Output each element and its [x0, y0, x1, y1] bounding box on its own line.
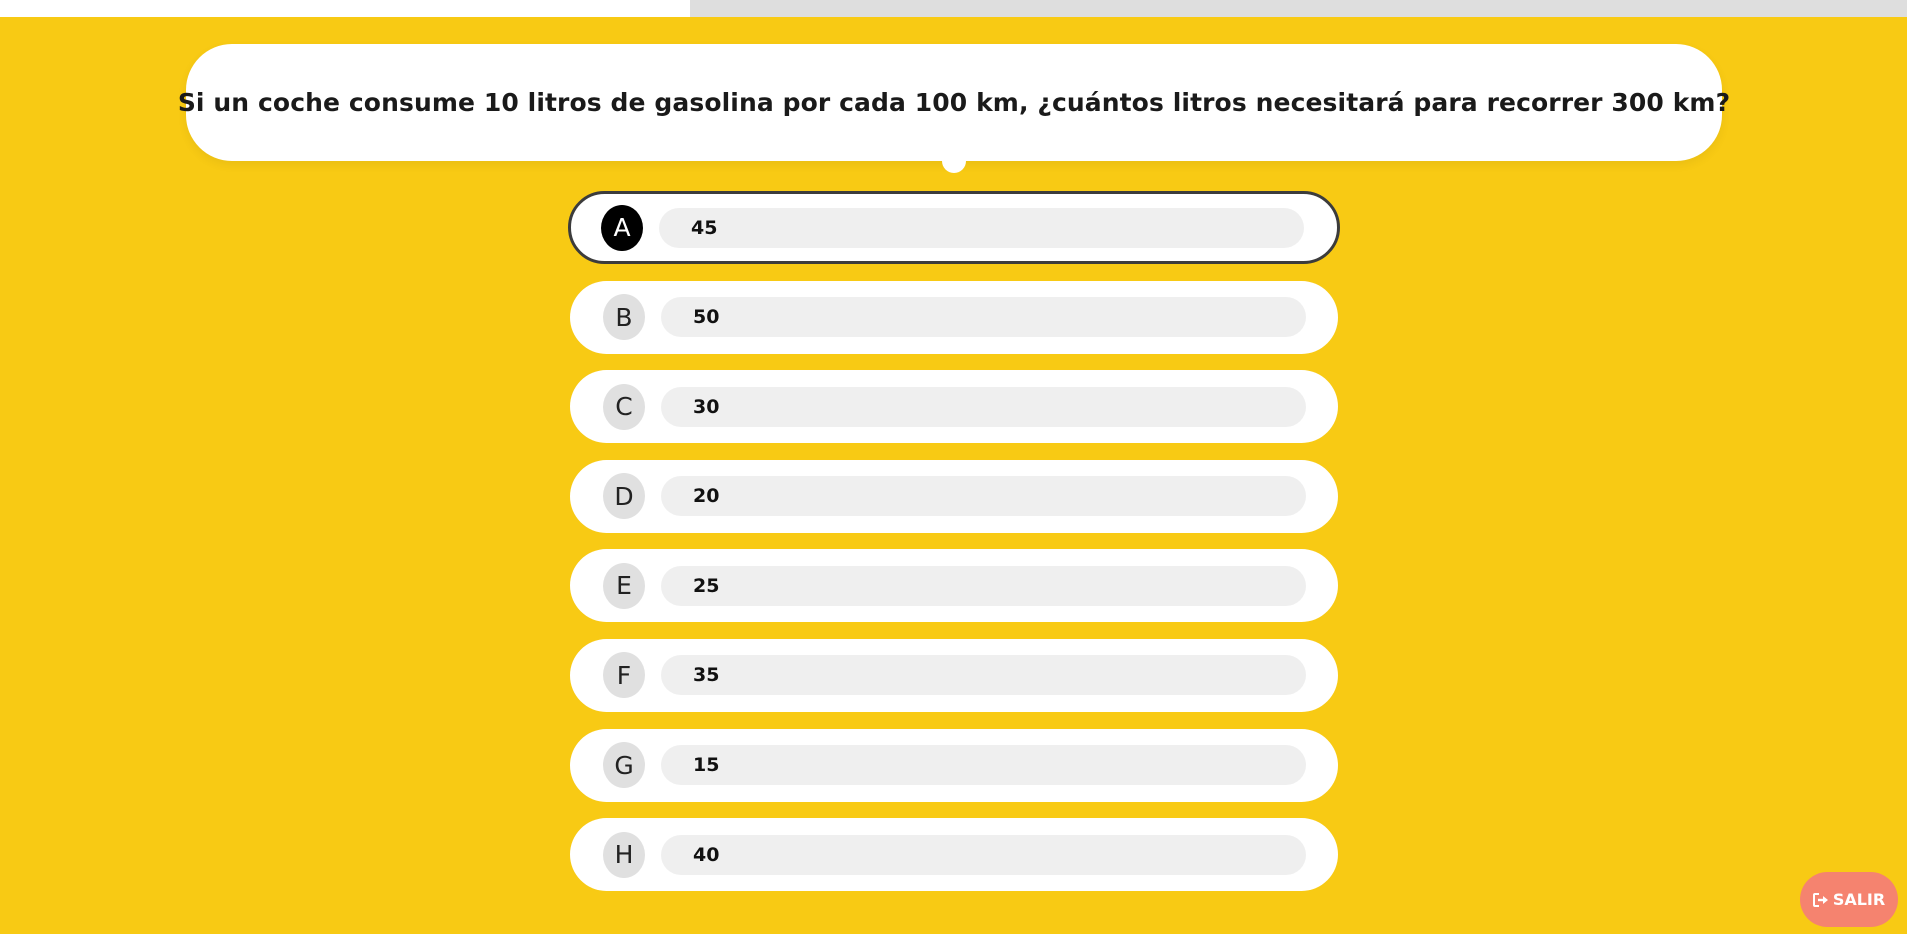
option-letter: D	[603, 473, 645, 520]
option-answer: 40	[661, 834, 1306, 875]
option-b[interactable]: B 50	[570, 280, 1338, 354]
option-letter: C	[603, 383, 645, 430]
option-letter: H	[603, 831, 645, 878]
option-letter: F	[603, 652, 645, 699]
progress-bar-fill	[0, 0, 691, 17]
option-e[interactable]: E 25	[570, 549, 1338, 623]
answer-options-list: A 45 B 50 C 30 D 20 E 25 F 35 G 15 H 40	[568, 191, 1340, 908]
option-answer: 25	[661, 565, 1306, 606]
option-a[interactable]: A 45	[568, 191, 1340, 264]
option-c[interactable]: C 30	[570, 370, 1338, 444]
option-letter: G	[603, 742, 645, 789]
option-answer: 20	[661, 476, 1306, 517]
question-text: Si un coche consume 10 litros de gasolin…	[177, 88, 1731, 117]
question-pointer-dot	[942, 149, 966, 173]
option-h[interactable]: H 40	[570, 818, 1338, 892]
progress-bar	[0, 0, 1907, 17]
sign-out-icon	[1812, 892, 1829, 907]
option-answer: 35	[661, 655, 1306, 696]
option-g[interactable]: G 15	[570, 728, 1338, 802]
option-letter: B	[603, 294, 645, 341]
option-answer: 45	[659, 207, 1304, 248]
option-d[interactable]: D 20	[570, 459, 1338, 533]
option-answer: 15	[661, 745, 1306, 786]
exit-button[interactable]: SALIR	[1800, 872, 1898, 927]
option-answer: 30	[661, 386, 1306, 427]
option-letter: A	[601, 204, 643, 251]
option-answer: 50	[661, 297, 1306, 338]
question-card: Si un coche consume 10 litros de gasolin…	[178, 44, 1730, 161]
option-letter: E	[603, 562, 645, 609]
exit-button-label: SALIR	[1832, 890, 1886, 909]
option-f[interactable]: F 35	[570, 638, 1338, 712]
